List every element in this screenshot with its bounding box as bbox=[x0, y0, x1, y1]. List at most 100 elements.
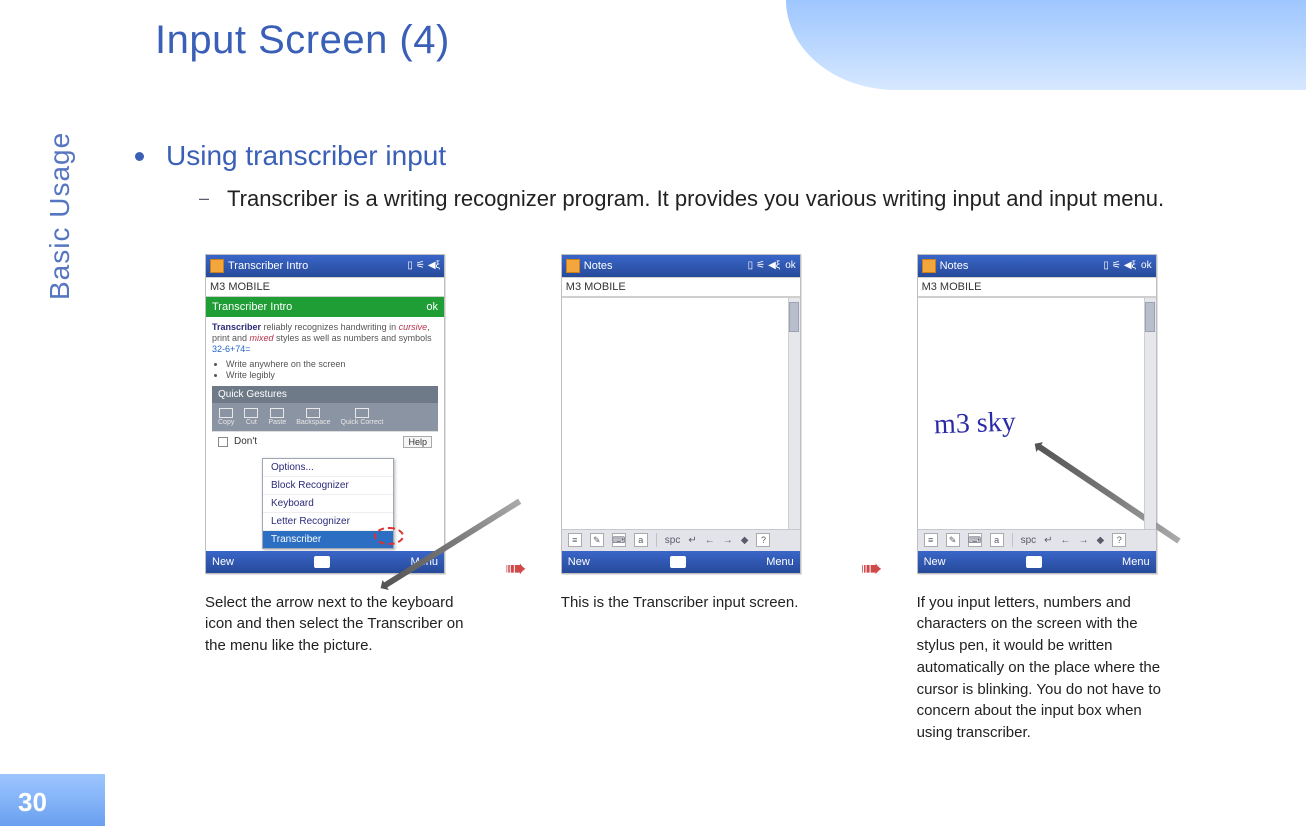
device1-titlebar: Transcriber Intro ▯ ⚟ ◀ξ bbox=[206, 255, 444, 277]
tb-btn-3[interactable]: ⌨ bbox=[612, 533, 626, 547]
bullet-dot-icon bbox=[135, 152, 144, 161]
arrow-right-icon: ➠ bbox=[505, 553, 521, 584]
tb-dot-icon[interactable]: ◆ bbox=[741, 535, 749, 546]
device3-titlebar: Notes ▯ ⚟ ◀ξ ok bbox=[918, 255, 1156, 277]
popup-options[interactable]: Options... bbox=[263, 459, 393, 477]
device3-note-area[interactable]: m3 sky bbox=[918, 297, 1156, 529]
scroll-thumb[interactable] bbox=[1145, 302, 1155, 332]
caption-2: This is the Transcriber input screen. bbox=[561, 592, 799, 614]
keyboard-icon[interactable] bbox=[314, 556, 330, 568]
device1-greenbar: Transcriber Intro ok bbox=[206, 297, 444, 317]
tb-btn-1[interactable]: ≡ bbox=[568, 533, 582, 547]
popup-keyboard[interactable]: Keyboard bbox=[263, 495, 393, 513]
device2-toolbar: ≡ ✎ ⌨ a spc ↵ ← → ◆ ? bbox=[562, 529, 800, 551]
intro-tips: Write anywhere on the screen Write legib… bbox=[226, 359, 438, 380]
tb-btn-4[interactable]: a bbox=[634, 533, 648, 547]
device2-new[interactable]: New bbox=[568, 556, 590, 568]
popup-letter-recognizer[interactable]: Letter Recognizer bbox=[263, 513, 393, 531]
device2-address-text: M3 MOBILE bbox=[566, 281, 626, 293]
device3-title: Notes bbox=[940, 260, 969, 272]
tb-btn-2[interactable]: ✎ bbox=[590, 533, 604, 547]
device-screenshot-3: Notes ▯ ⚟ ◀ξ ok M3 MOBILE m3 sky bbox=[917, 254, 1157, 574]
screenshots-row: Transcriber Intro ▯ ⚟ ◀ξ M3 MOBILE Trans… bbox=[205, 254, 1306, 744]
tb-help-icon[interactable]: ? bbox=[1112, 533, 1126, 547]
windows-flag-icon bbox=[566, 259, 580, 273]
device3-ok[interactable]: ok bbox=[1141, 260, 1152, 271]
greenbar-title: Transcriber Intro bbox=[212, 301, 292, 313]
windows-flag-icon bbox=[922, 259, 936, 273]
bullet-row: Using transcriber input bbox=[135, 140, 1306, 172]
screenshot-col-3: Notes ▯ ⚟ ◀ξ ok M3 MOBILE m3 sky bbox=[917, 254, 1177, 744]
gesture-paste: Paste bbox=[268, 419, 286, 426]
handwriting-sample: m3 sky bbox=[933, 406, 1016, 441]
tb-right-icon[interactable]: → bbox=[723, 535, 733, 546]
tb-spc-label[interactable]: spc bbox=[1021, 535, 1037, 546]
device2-ok[interactable]: ok bbox=[785, 260, 796, 271]
tip-2: Write legibly bbox=[226, 370, 438, 380]
intro-r1: reliably recognizes handwriting in bbox=[261, 322, 399, 332]
device3-toolbar: ≡ ✎ ⌨ a spc ↵ ← → ◆ ? bbox=[918, 529, 1156, 551]
gesture-quickcorrect: Quick Correct bbox=[341, 419, 384, 426]
caption-3: If you input letters, numbers and charac… bbox=[917, 592, 1177, 744]
content-area: Using transcriber input – Transcriber is… bbox=[125, 140, 1306, 744]
stylus-icon bbox=[1036, 443, 1180, 543]
device3-address-bar: M3 MOBILE bbox=[918, 277, 1156, 297]
tb-enter-icon[interactable]: ↵ bbox=[1044, 535, 1052, 546]
tb-btn-3[interactable]: ⌨ bbox=[968, 533, 982, 547]
tb-help-icon[interactable]: ? bbox=[756, 533, 770, 547]
greenbar-ok: ok bbox=[426, 301, 438, 313]
keyboard-icon[interactable] bbox=[1026, 556, 1042, 568]
tb-dot-icon[interactable]: ◆ bbox=[1097, 535, 1105, 546]
tb-left-icon[interactable]: ← bbox=[705, 535, 715, 546]
signal-icon: ▯ bbox=[1103, 260, 1109, 271]
keyboard-icon[interactable] bbox=[670, 556, 686, 568]
wifi-icon: ⚟ bbox=[416, 260, 425, 271]
popup-block-recognizer[interactable]: Block Recognizer bbox=[263, 477, 393, 495]
intro-cursive: cursive bbox=[399, 322, 428, 332]
device3-footer: New Menu bbox=[918, 551, 1156, 573]
wifi-icon: ⚟ bbox=[756, 260, 765, 271]
scroll-thumb[interactable] bbox=[789, 302, 799, 332]
dont-checkbox[interactable] bbox=[218, 437, 228, 447]
scrollbar[interactable] bbox=[788, 298, 800, 529]
device2-note-area[interactable] bbox=[562, 297, 800, 529]
tb-enter-icon[interactable]: ↵ bbox=[688, 535, 696, 546]
signal-icon: ▯ bbox=[748, 260, 754, 271]
page-number: 30 bbox=[18, 787, 47, 818]
help-button[interactable]: Help bbox=[403, 436, 432, 448]
volume-icon: ◀ξ bbox=[428, 260, 440, 271]
gesture-cut: Cut bbox=[246, 419, 257, 426]
tip-1: Write anywhere on the screen bbox=[226, 359, 438, 369]
device-screenshot-2: Notes ▯ ⚟ ◀ξ ok M3 MOBILE bbox=[561, 254, 801, 574]
subpoint-text: Transcriber is a writing recognizer prog… bbox=[227, 184, 1164, 214]
subpoint-row: – Transcriber is a writing recognizer pr… bbox=[199, 184, 1306, 214]
dash-icon: – bbox=[199, 188, 209, 209]
device1-new[interactable]: New bbox=[212, 556, 234, 568]
device1-address-bar: M3 MOBILE bbox=[206, 277, 444, 297]
device2-title: Notes bbox=[584, 260, 613, 272]
gesture-backspace: Backspace bbox=[296, 419, 330, 426]
device1-body: Transcriber reliably recognizes handwrit… bbox=[206, 317, 444, 551]
caption-1: Select the arrow next to the keyboard ic… bbox=[205, 592, 465, 657]
tb-right-icon[interactable]: → bbox=[1079, 535, 1089, 546]
device2-titlebar: Notes ▯ ⚟ ◀ξ ok bbox=[562, 255, 800, 277]
page-number-band: 30 bbox=[0, 66, 105, 826]
device2-menu[interactable]: Menu bbox=[766, 556, 794, 568]
dont-label: Don't bbox=[234, 436, 257, 447]
tb-left-icon[interactable]: ← bbox=[1061, 535, 1071, 546]
scrollbar[interactable] bbox=[1144, 298, 1156, 529]
device3-menu[interactable]: Menu bbox=[1122, 556, 1150, 568]
tb-btn-1[interactable]: ≡ bbox=[924, 533, 938, 547]
dont-show-row: Don't Help bbox=[212, 431, 438, 451]
tb-spc-label[interactable]: spc bbox=[665, 535, 681, 546]
tb-btn-4[interactable]: a bbox=[990, 533, 1004, 547]
red-circle-highlight bbox=[374, 527, 404, 545]
tb-btn-2[interactable]: ✎ bbox=[946, 533, 960, 547]
device3-new[interactable]: New bbox=[924, 556, 946, 568]
intro-mixed: mixed bbox=[250, 333, 274, 343]
device-screenshot-1: Transcriber Intro ▯ ⚟ ◀ξ M3 MOBILE Trans… bbox=[205, 254, 445, 574]
bullet-text: Using transcriber input bbox=[166, 140, 446, 172]
device2-footer: New Menu bbox=[562, 551, 800, 573]
device1-address-text: M3 MOBILE bbox=[210, 281, 270, 293]
header-swoosh bbox=[786, 0, 1306, 90]
